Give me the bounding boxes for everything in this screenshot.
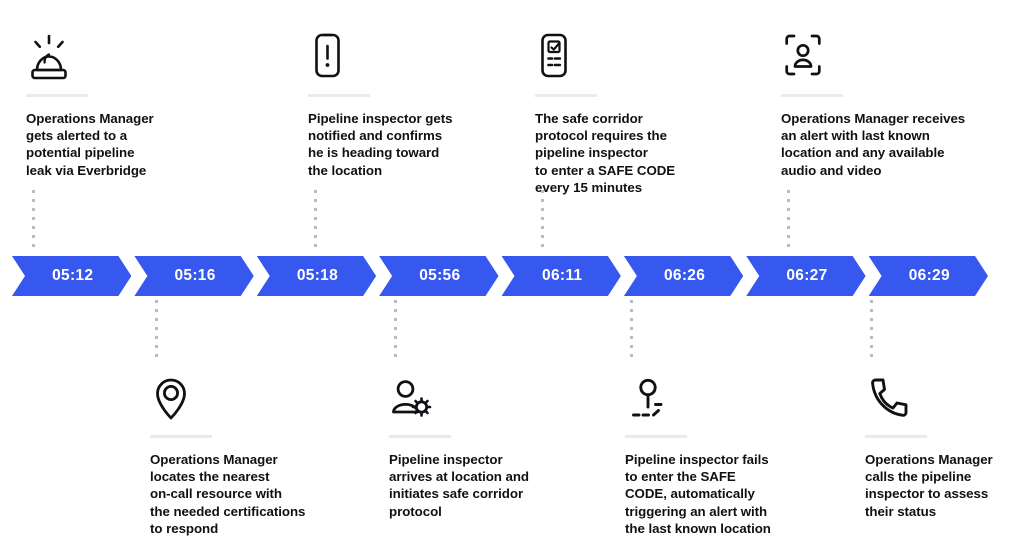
event-rule	[389, 435, 451, 438]
timeline-bar: 05:12 05:16 05:18 05:56 06:11 06:26 06:2…	[12, 256, 988, 296]
timeline-segment-3[interactable]: 05:18	[257, 256, 376, 296]
connector-bottom-3	[630, 300, 633, 360]
pin-signal-lost-icon	[625, 363, 839, 423]
event-bottom-4: Operations Manager calls the pipeline in…	[865, 363, 1024, 520]
event-rule	[535, 94, 597, 97]
event-bottom-2-text: Pipeline inspector arrives at location a…	[389, 452, 529, 519]
connector-top-3	[541, 190, 544, 252]
event-top-1: Operations Manager gets alerted to a pot…	[26, 22, 240, 179]
timeline-segment-7-time: 06:27	[786, 267, 828, 285]
siren-alarm-icon	[26, 22, 240, 82]
timeline-segment-3-time: 05:18	[296, 267, 339, 285]
connector-bottom-1	[155, 300, 158, 360]
phone-call-icon	[865, 363, 1024, 423]
person-scan-icon	[781, 22, 1003, 82]
event-rule	[150, 435, 212, 438]
timeline-segment-4-time: 05:56	[419, 267, 461, 285]
map-pin-icon	[150, 363, 364, 423]
event-bottom-4-text: Operations Manager calls the pipeline in…	[865, 452, 993, 519]
connector-top-4	[787, 190, 790, 252]
event-rule	[865, 435, 927, 438]
timeline-segment-8-time: 06:29	[908, 267, 950, 285]
timeline-segment-6[interactable]: 06:26	[624, 256, 743, 296]
event-top-2-text: Pipeline inspector gets notified and con…	[308, 111, 453, 178]
timeline-segment-2-time: 05:16	[174, 267, 216, 285]
timeline-segment-2[interactable]: 05:16	[134, 256, 253, 296]
person-gear-icon	[389, 363, 603, 423]
event-top-2: Pipeline inspector gets notified and con…	[308, 22, 522, 179]
event-rule	[308, 94, 370, 97]
connector-bottom-4	[870, 300, 873, 360]
event-rule	[625, 435, 687, 438]
timeline-segment-7[interactable]: 06:27	[746, 256, 865, 296]
event-rule	[26, 94, 88, 97]
event-bottom-3: Pipeline inspector fails to enter the SA…	[625, 363, 839, 537]
event-top-4-text: Operations Manager receives an alert wit…	[781, 111, 966, 178]
connector-top-2	[314, 190, 317, 252]
phone-checklist-icon	[535, 22, 749, 82]
timeline-segment-5[interactable]: 06:11	[502, 256, 621, 296]
timeline-segment-1[interactable]: 05:12	[12, 256, 131, 296]
phone-alert-icon	[308, 22, 522, 82]
event-top-4: Operations Manager receives an alert wit…	[781, 22, 1003, 179]
timeline-infographic: Operations Manager gets alerted to a pot…	[0, 0, 1024, 558]
timeline-segment-1-time: 05:12	[52, 267, 94, 285]
event-bottom-1: Operations Manager locates the nearest o…	[150, 363, 364, 537]
connector-top-1	[32, 190, 35, 252]
event-top-3: The safe corridor protocol requires the …	[535, 22, 749, 196]
event-rule	[781, 94, 843, 97]
event-bottom-1-text: Operations Manager locates the nearest o…	[150, 452, 306, 536]
event-top-3-text: The safe corridor protocol requires the …	[535, 111, 676, 195]
timeline-segment-8[interactable]: 06:29	[869, 256, 988, 296]
timeline-segment-6-time: 06:26	[663, 267, 706, 285]
event-top-1-text: Operations Manager gets alerted to a pot…	[26, 111, 154, 178]
timeline-segment-4[interactable]: 05:56	[379, 256, 498, 296]
connector-bottom-2	[394, 300, 397, 360]
event-bottom-2: Pipeline inspector arrives at location a…	[389, 363, 603, 520]
event-bottom-3-text: Pipeline inspector fails to enter the SA…	[625, 452, 771, 536]
timeline-segment-5-time: 06:11	[542, 267, 583, 285]
